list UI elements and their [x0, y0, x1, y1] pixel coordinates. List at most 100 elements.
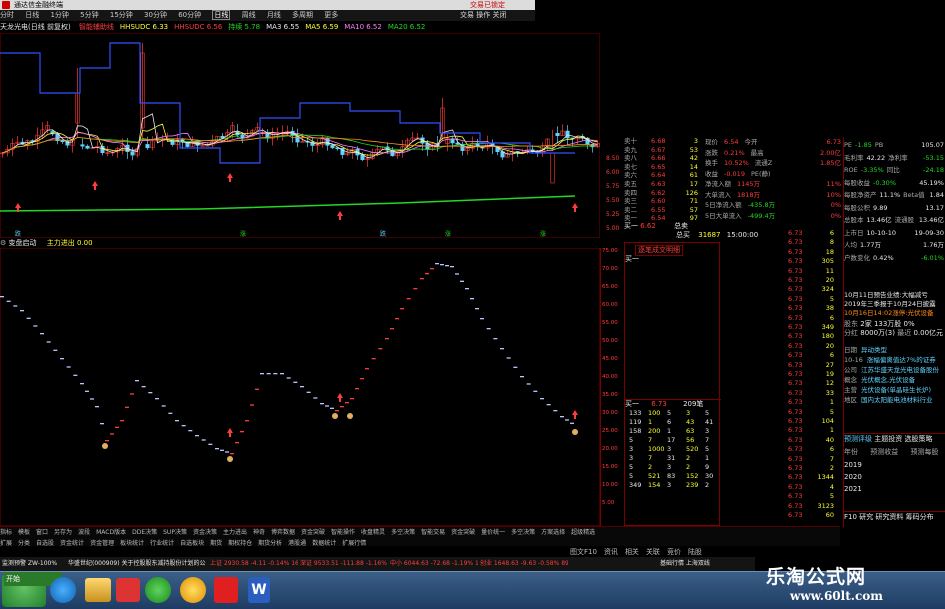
bottom-tab[interactable]: 资金突破 — [301, 529, 325, 536]
menu-multi[interactable]: 多周期 — [292, 11, 313, 19]
menu-system[interactable]: 分时 — [0, 11, 14, 19]
tab-chip[interactable]: 筹码分布 — [906, 513, 934, 521]
bottom-tab[interactable]: 板块统计 — [120, 540, 144, 547]
shareholder: 股东 2家 133万股 0% 分红 8000万(3) 最近 0.00亿元 — [844, 320, 945, 338]
operate-button[interactable]: 操作 — [476, 11, 490, 19]
bottom-tab[interactable]: 多空决策 — [511, 529, 535, 536]
bottom-tab[interactable]: 数据统计 — [312, 540, 336, 547]
360-icon[interactable] — [180, 577, 206, 603]
tick-vol: 19 — [825, 370, 834, 378]
level2-cell: 63 — [686, 427, 695, 435]
bottom-tab[interactable]: 期货分析 — [258, 540, 282, 547]
indicator-mark — [260, 373, 264, 375]
f10-key: 总股本 — [844, 216, 864, 224]
bottom-tab[interactable]: 模板 — [18, 529, 30, 536]
folder-icon[interactable] — [85, 578, 111, 602]
event-val[interactable]: 光伏设备(单晶硅生长炉) — [861, 386, 931, 394]
bottom-tab[interactable]: 窗口 — [36, 529, 48, 536]
bottom-tab[interactable]: 智能交易 — [421, 529, 445, 536]
bottom-tab[interactable]: 自选股 — [36, 540, 54, 547]
forecast-header: 年份 预测收益 预测每股 — [844, 447, 945, 457]
quote-row: 大单流入 1818万 10% — [705, 190, 843, 200]
level2-header-label: 买一 — [625, 400, 639, 408]
tab-research[interactable]: 研究 — [859, 513, 873, 521]
bottom-tab[interactable]: DDE决策 — [132, 529, 157, 536]
event-val[interactable]: 江苏华盛天龙光电设备股份 — [861, 366, 939, 374]
close-button[interactable]: 关闭 — [492, 11, 506, 19]
bottom-tab[interactable]: 期货 — [210, 540, 222, 547]
right-tab[interactable]: 竞价 — [667, 548, 681, 556]
bottom-tab[interactable]: 资金决策 — [193, 529, 217, 536]
indicator-mark — [66, 366, 71, 368]
bottom-tab[interactable]: 收盘精灵 — [361, 529, 385, 536]
bottom-tab[interactable]: MACD版本 — [96, 529, 126, 536]
bottom-tab[interactable]: 主力进出 — [223, 529, 247, 536]
menu-daily[interactable]: 日线 — [25, 11, 39, 19]
bottom-tab[interactable]: 另存为 — [54, 529, 72, 536]
bottom-tab[interactable]: 博弈数据 — [271, 529, 295, 536]
bottom-tab[interactable]: 神奇 — [253, 529, 265, 536]
right-tab[interactable]: 资讯 — [604, 548, 618, 556]
event-val[interactable]: 光伏概念,光伏设备 — [861, 376, 915, 384]
wps-icon[interactable] — [214, 577, 238, 603]
right-tab[interactable]: 陆股 — [688, 548, 702, 556]
right-tab[interactable]: 关联 — [646, 548, 660, 556]
menu-week[interactable]: 周线 — [242, 11, 256, 19]
bottom-tab[interactable]: 量价统一 — [481, 529, 505, 536]
bottom-tab[interactable]: SUP决策 — [163, 529, 187, 536]
bottom-tab[interactable]: 期权持仓 — [228, 540, 252, 547]
f10-row: 户数变化 0.42% -6.01% — [844, 253, 945, 263]
tab-forecast-rating[interactable]: 预测评级 — [844, 435, 872, 443]
menu-more[interactable]: 更多 — [324, 11, 338, 19]
bottom-tab[interactable]: 资金统计 — [60, 540, 84, 547]
event-val[interactable]: 异动类型 — [861, 346, 887, 354]
kline-chart[interactable] — [0, 33, 600, 238]
bottom-tab[interactable]: 方案选择 — [541, 529, 565, 536]
menu-15min[interactable]: 15分钟 — [110, 11, 133, 19]
menu-day[interactable]: 日线 — [212, 10, 231, 20]
right-tab[interactable]: 图文F10 — [570, 548, 597, 556]
app-icon[interactable] — [116, 578, 140, 602]
menu-60min[interactable]: 60分钟 — [178, 11, 201, 19]
tab-stock-strategy[interactable]: 选股策略 — [904, 435, 932, 443]
settings-icon[interactable]: ⚙ — [0, 239, 6, 247]
trade-lock-label[interactable]: 交易已锁定 — [470, 0, 505, 10]
bid-ladder-title[interactable]: 逐笔成交明细 — [635, 245, 683, 256]
bottom-tab[interactable]: 扩展 — [0, 540, 12, 547]
ma-item: HHSUDC 6.56 — [174, 23, 223, 31]
browser-icon[interactable] — [145, 577, 171, 603]
quote-key2: PE(静) — [750, 169, 771, 178]
bottom-tab[interactable]: 港股通 — [288, 540, 306, 547]
event-val[interactable]: 涨幅偏离值达7%的证券 — [867, 356, 936, 364]
news-item[interactable]: 10月16日14:02涨停:光伏设备 — [844, 309, 945, 318]
menu-month[interactable]: 月线 — [267, 11, 281, 19]
bottom-tab[interactable]: 资金突破 — [451, 529, 475, 536]
menu-5min[interactable]: 5分钟 — [80, 11, 98, 19]
right-tab[interactable]: 相关 — [625, 548, 639, 556]
tab-f10[interactable]: F10 — [844, 513, 857, 521]
event-val[interactable]: 国内太阳能电池材料行业 — [861, 396, 933, 404]
bottom-tab[interactable]: 指标 — [0, 529, 12, 536]
news-item[interactable]: 2019年三季报于10月24日披露 — [844, 300, 945, 309]
bottom-tab[interactable]: 多空决策 — [391, 529, 415, 536]
bottom-tab[interactable]: 智能操作 — [331, 529, 355, 536]
indicator-mark — [300, 386, 304, 388]
indicator-chart[interactable] — [0, 248, 600, 526]
bottom-tab[interactable]: 资金管理 — [90, 540, 114, 547]
trade-button[interactable]: 交易 — [460, 11, 474, 19]
ie-icon[interactable] — [50, 577, 76, 603]
news-item[interactable]: 10月11日预告业绩:大幅减亏 — [844, 291, 945, 300]
tab-theme-invest[interactable]: 主题投资 — [874, 435, 902, 443]
menu-30min[interactable]: 30分钟 — [144, 11, 167, 19]
word-icon[interactable]: W — [248, 577, 270, 603]
bottom-tab[interactable]: 超级精选 — [571, 529, 595, 536]
bottom-tab[interactable]: 波段 — [78, 529, 90, 536]
indicator-mark — [420, 278, 424, 280]
menu-1min[interactable]: 1分钟 — [50, 11, 68, 19]
bottom-tab[interactable]: 分类 — [18, 540, 30, 547]
bottom-tab[interactable]: 行业统计 — [150, 540, 174, 547]
bottom-tab[interactable]: 扩展行情 — [342, 540, 366, 547]
bottom-tab[interactable]: 自选板块 — [180, 540, 204, 547]
tab-research-data[interactable]: 研究资料 — [875, 513, 903, 521]
indicator-mark — [130, 393, 134, 395]
